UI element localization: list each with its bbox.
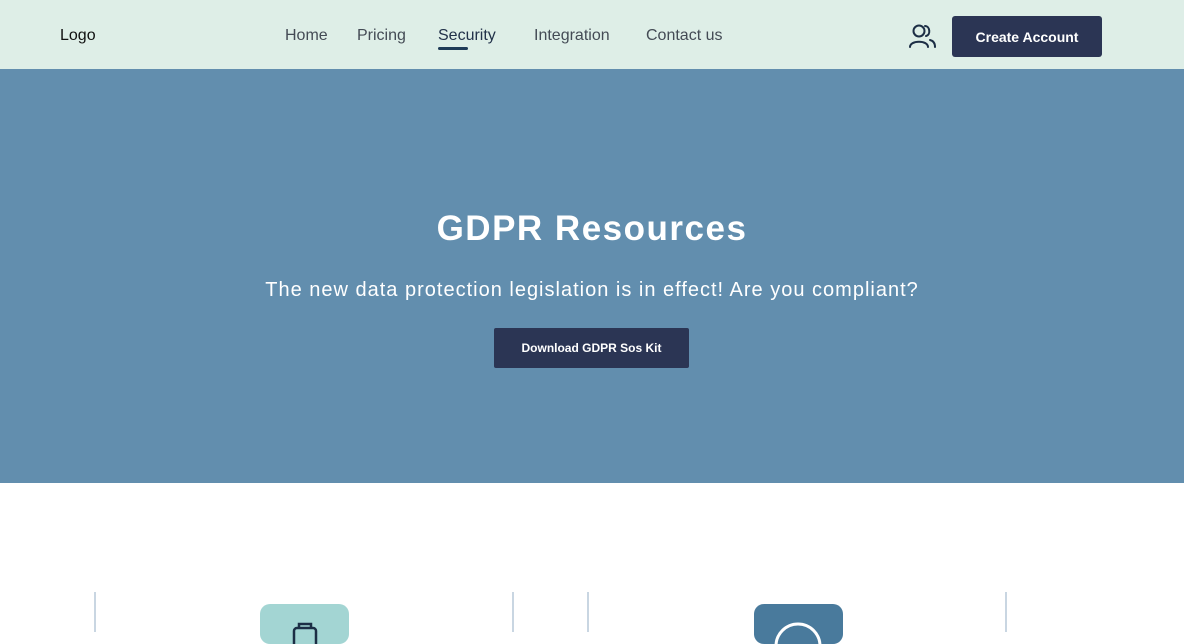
card-divider — [1005, 592, 1007, 632]
card-divider — [94, 592, 96, 632]
hero-subtitle: The new data protection legislation is i… — [265, 279, 919, 301]
download-gdpr-kit-button[interactable]: Download GDPR Sos Kit — [494, 328, 689, 368]
shield-icon — [774, 622, 822, 644]
user-group-icon[interactable] — [908, 22, 938, 50]
active-nav-indicator — [438, 47, 468, 50]
nav-link-home[interactable]: Home — [285, 27, 328, 45]
nav-link-contact-us[interactable]: Contact us — [646, 27, 722, 45]
top-navbar: Logo Home Pricing Security Integration C… — [0, 0, 1184, 69]
feature-icon-badge — [754, 604, 843, 644]
nav-link-security[interactable]: Security — [438, 27, 496, 45]
nav-link-integration[interactable]: Integration — [534, 27, 610, 45]
card-divider — [512, 592, 514, 632]
hero-title: GDPR Resources — [436, 209, 748, 248]
briefcase-icon — [292, 622, 318, 644]
nav-link-pricing[interactable]: Pricing — [357, 27, 406, 45]
card-divider — [587, 592, 589, 632]
hero-section: GDPR Resources The new data protection l… — [0, 69, 1184, 483]
feature-icon-badge — [260, 604, 349, 644]
create-account-button[interactable]: Create Account — [952, 16, 1102, 57]
logo[interactable]: Logo — [60, 27, 96, 45]
